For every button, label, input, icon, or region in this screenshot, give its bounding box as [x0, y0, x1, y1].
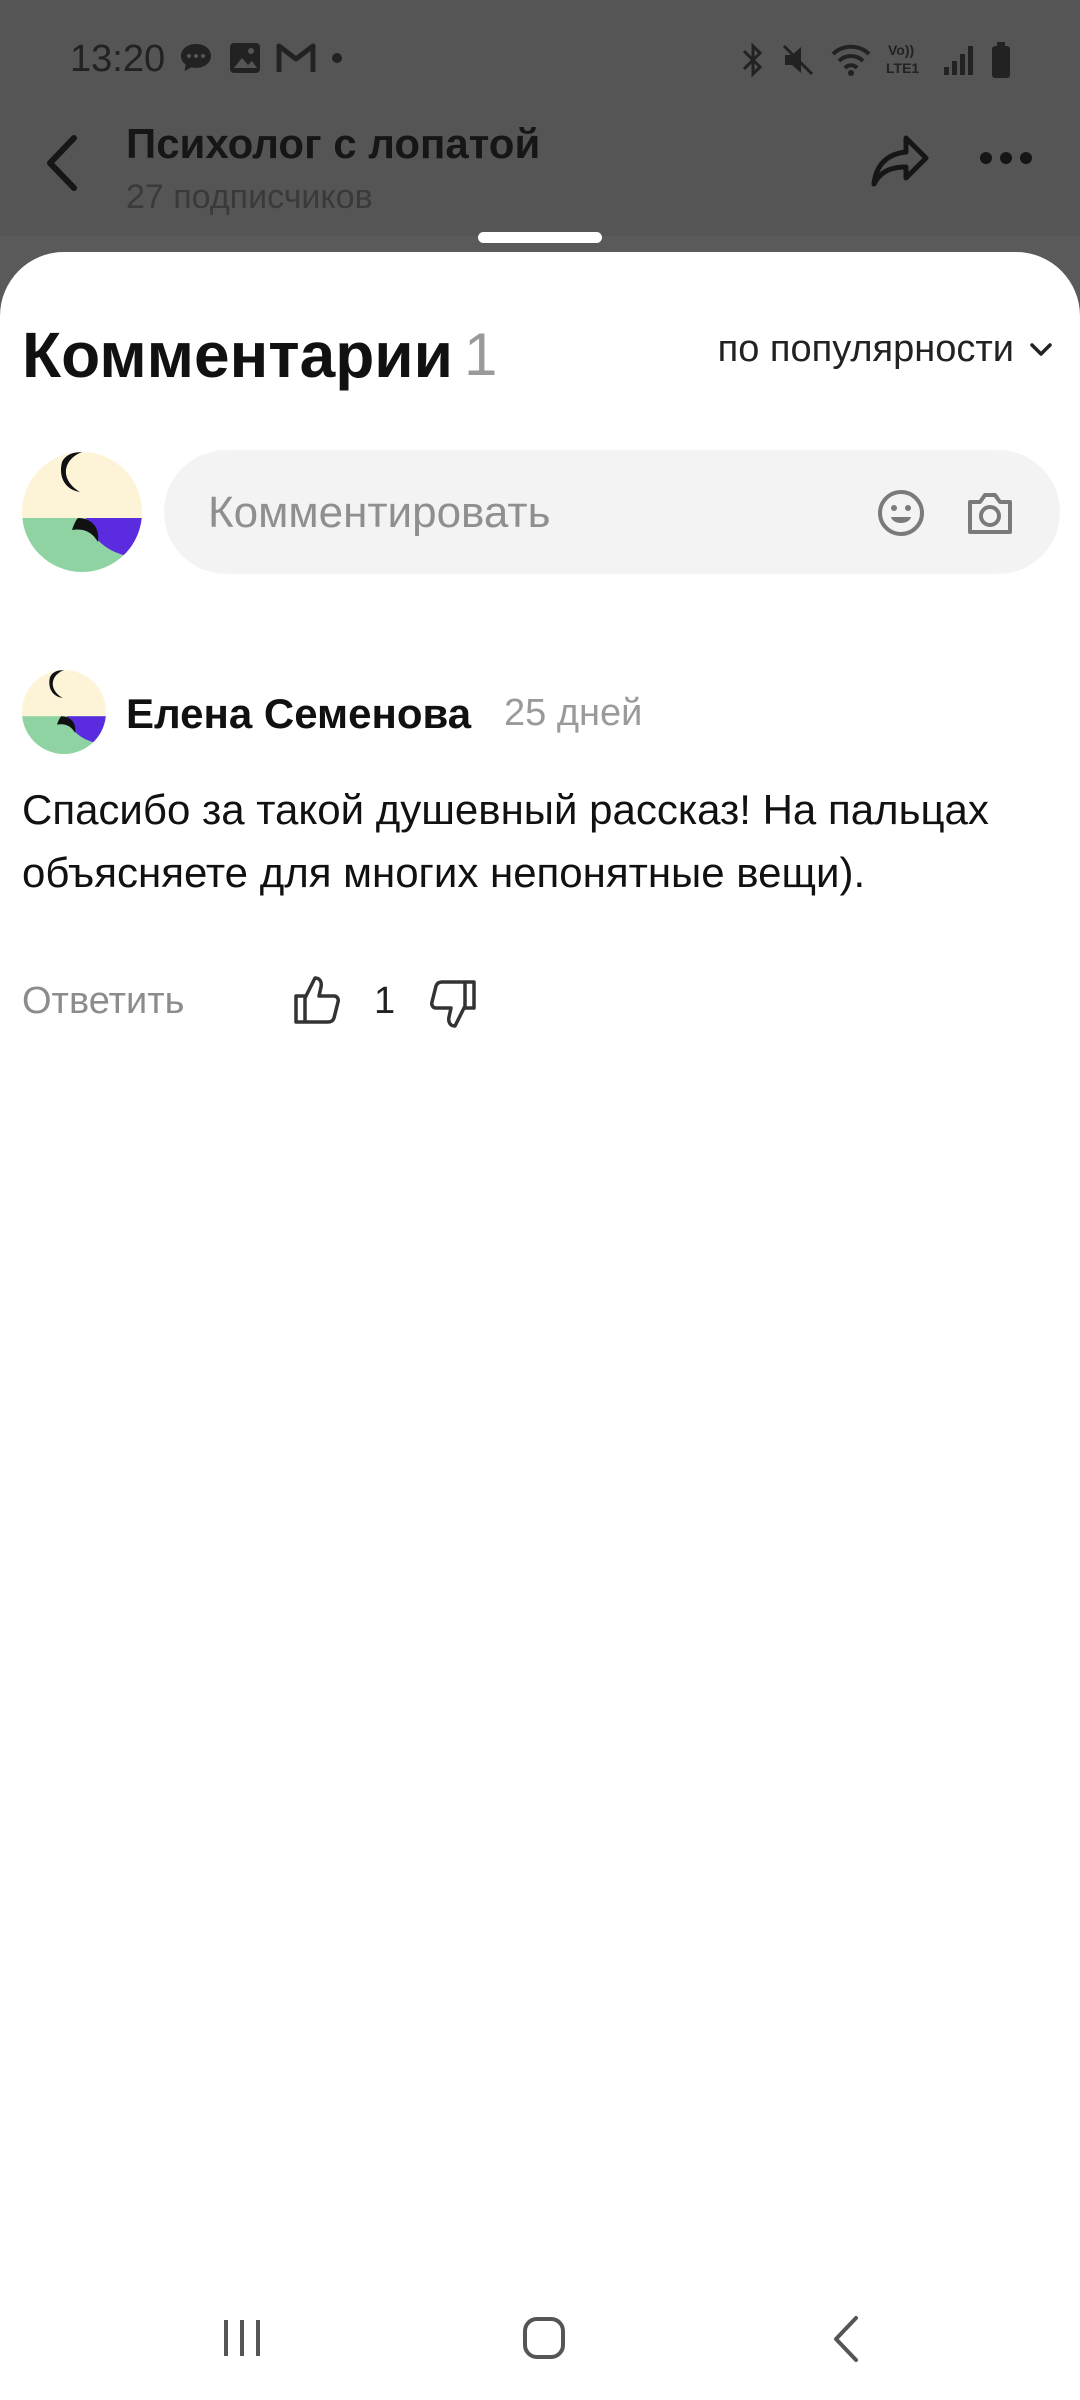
sheet-drag-handle[interactable]	[478, 232, 602, 243]
comment-input-placeholder: Комментировать	[208, 488, 551, 537]
mute-icon	[782, 44, 814, 76]
current-user-avatar	[22, 452, 142, 572]
comments-count: 1	[464, 321, 498, 388]
gallery-icon	[230, 43, 260, 73]
recent-apps-icon[interactable]	[220, 2316, 264, 2360]
status-bar: 13:20 Vo)) LTE1	[0, 0, 1080, 120]
svg-text:LTE1: LTE1	[886, 60, 919, 76]
reply-button[interactable]: Ответить	[22, 980, 184, 1023]
chat-bubble-icon	[181, 44, 211, 71]
dot-icon	[332, 53, 342, 63]
emoji-icon[interactable]	[876, 488, 926, 538]
comment-author-avatar[interactable]	[22, 670, 106, 754]
comment-input[interactable]: Комментировать	[164, 450, 1060, 574]
sort-label: по популярности	[717, 328, 1014, 370]
battery-icon	[992, 42, 1010, 78]
home-icon[interactable]	[520, 2314, 568, 2362]
volte-lte-icon: Vo)) LTE1	[886, 42, 919, 76]
chevron-down-icon	[1030, 342, 1052, 356]
nav-back-icon[interactable]	[828, 2314, 862, 2364]
signal-icon	[944, 46, 973, 75]
back-arrow-icon[interactable]	[38, 128, 88, 198]
comment-author-name[interactable]: Елена Семенова	[126, 690, 471, 738]
sort-dropdown[interactable]: по популярности	[718, 328, 1054, 371]
more-options-icon[interactable]	[978, 148, 1034, 168]
comments-sheet: Комментарии 1 по популярности Комментиро…	[0, 252, 1080, 2400]
svg-text:Vo)): Vo))	[888, 42, 914, 58]
subscriber-count: 27 подписчиков	[126, 178, 373, 216]
background-app-header: 13:20 Vo)) LTE1 Психолог с лопатой 27 по…	[0, 0, 1080, 236]
status-notification-icons	[178, 40, 344, 76]
thumbs-down-icon[interactable]	[428, 978, 478, 1032]
gmail-icon	[276, 43, 316, 72]
bluetooth-icon	[742, 42, 763, 78]
camera-icon[interactable]	[964, 488, 1016, 538]
system-nav-bar	[0, 2280, 1080, 2400]
thumbs-up-icon[interactable]	[292, 972, 342, 1026]
comment-actions: Ответить 1	[22, 972, 622, 1032]
share-icon[interactable]	[868, 128, 932, 192]
wifi-icon	[831, 44, 871, 76]
status-time: 13:20	[70, 38, 166, 80]
channel-title[interactable]: Психолог с лопатой	[126, 120, 540, 168]
comment-timestamp: 25 дней	[504, 692, 643, 734]
comment-text: Спасибо за такой душевный рассказ! На па…	[22, 786, 989, 896]
comments-title: Комментарии	[22, 319, 453, 391]
status-system-icons: Vo)) LTE1	[740, 40, 1012, 80]
like-count: 1	[374, 980, 396, 1022]
